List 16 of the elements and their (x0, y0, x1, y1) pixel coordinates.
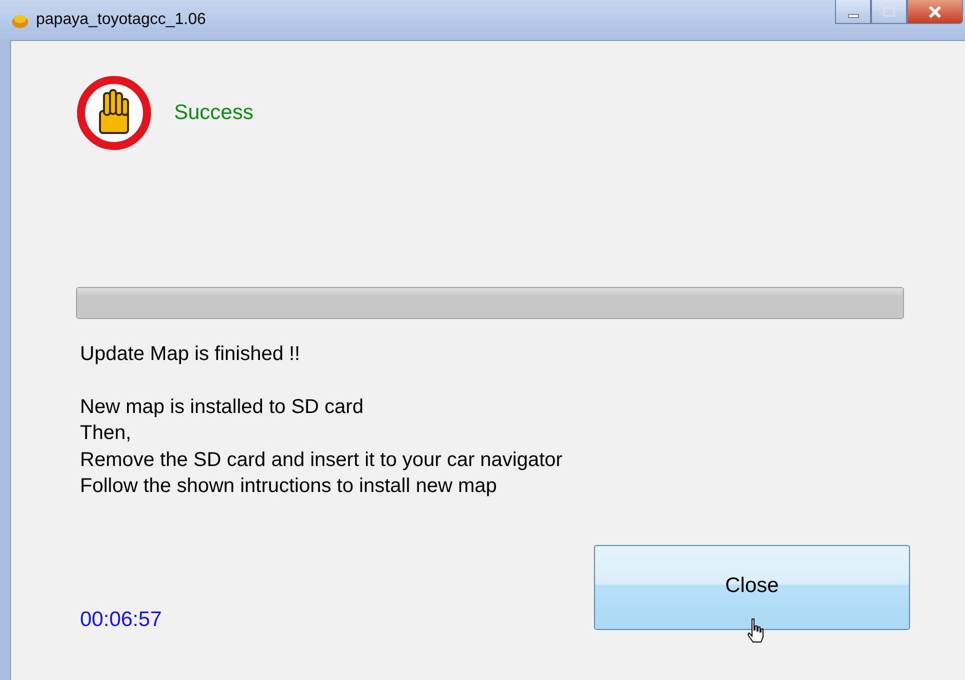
status-text: Success (174, 101, 254, 125)
maximize-icon (883, 6, 895, 16)
maximize-button[interactable] (871, 0, 907, 24)
window-title: papaya_toyotagcc_1.06 (36, 11, 206, 29)
message-line: New map is installed to SD card (80, 394, 364, 420)
stop-hand-icon (76, 75, 152, 151)
message-line: Remove the SD card and insert it to your car navigator (80, 448, 564, 472)
elapsed-time: 00:06:57 (80, 608, 162, 632)
close-button[interactable] (907, 0, 963, 24)
minimize-button[interactable] (835, 0, 871, 24)
hand-cursor-icon (746, 618, 766, 644)
message-headline: Update Map is finished !! (80, 342, 302, 367)
close-dialog-button[interactable]: Close (594, 544, 910, 630)
minimize-icon (848, 14, 858, 18)
message-line: Follow the shown intructions to install new map (80, 474, 498, 499)
message-line: Then, (80, 421, 132, 446)
